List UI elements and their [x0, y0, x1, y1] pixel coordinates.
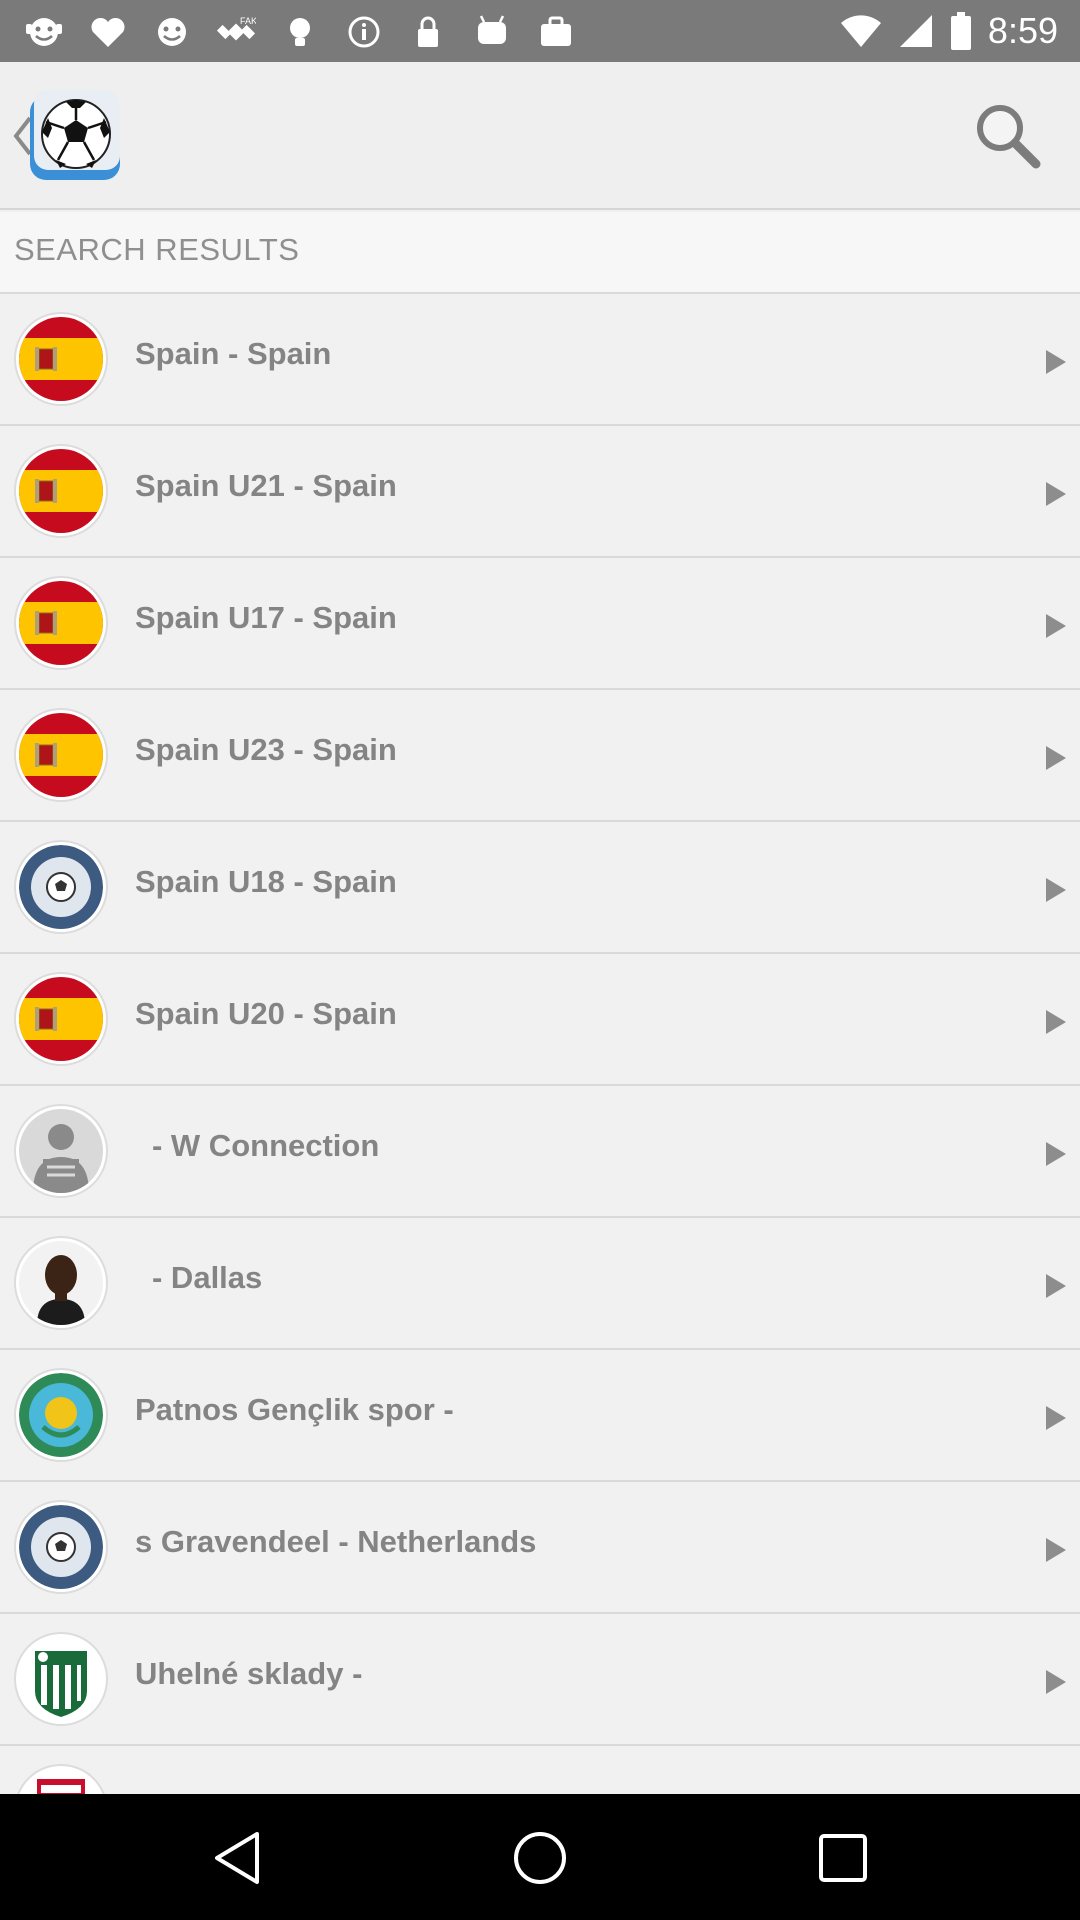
lock-icon: [406, 12, 450, 52]
patnos-badge-avatar: [14, 1368, 108, 1462]
red-badge-avatar: [14, 1764, 108, 1794]
briefcase-icon: [534, 12, 578, 52]
play-arrow-icon: [1046, 746, 1066, 770]
fake-gps-icon: FAKE: [214, 12, 258, 52]
player-photo-avatar: [14, 1236, 108, 1330]
heart-icon: [86, 12, 130, 52]
list-item[interactable]: [0, 1746, 1080, 1794]
result-label: Uhelné sklady -: [135, 1656, 363, 1691]
no-logo-badge-avatar: [14, 840, 108, 934]
result-label: Spain U21 - Spain: [135, 468, 397, 503]
list-item[interactable]: - W Connection: [0, 1086, 1080, 1218]
emoji-icon: [22, 12, 66, 52]
soccer-ball-logo: [30, 90, 120, 180]
play-arrow-icon: [1046, 350, 1066, 374]
signal-icon: [899, 15, 932, 47]
spain-flag-avatar: [14, 576, 108, 670]
play-arrow-icon: [1046, 1274, 1066, 1298]
list-item[interactable]: s Gravendeel - Netherlands: [0, 1482, 1080, 1614]
wifi-icon: [840, 15, 881, 47]
app-logo[interactable]: [24, 82, 128, 186]
status-bar: FAKE 8:59: [0, 0, 1080, 62]
result-label: Patnos Gençlik spor -: [135, 1392, 454, 1427]
uhelne-badge-avatar: [14, 1632, 108, 1726]
play-arrow-icon: [1046, 1142, 1066, 1166]
spain-flag-avatar: [14, 444, 108, 538]
list-item[interactable]: Spain - Spain: [0, 294, 1080, 426]
result-label: Spain U23 - Spain: [135, 732, 397, 767]
spain-flag-avatar: [14, 708, 108, 802]
clock: 8:59: [987, 10, 1058, 51]
list-item[interactable]: - Dallas: [0, 1218, 1080, 1350]
play-arrow-icon: [1046, 1538, 1066, 1562]
play-arrow-icon: [1046, 614, 1066, 638]
play-arrow-icon: [1046, 1670, 1066, 1694]
recents-nav-icon[interactable]: [813, 1828, 873, 1888]
no-logo-badge-avatar: [14, 1500, 108, 1594]
play-arrow-icon: [1046, 1010, 1066, 1034]
bulb-icon: [278, 12, 322, 52]
battery-icon: [950, 12, 971, 50]
notification-icons: FAKE: [22, 12, 578, 52]
spain-flag-avatar: [14, 312, 108, 406]
spain-flag-avatar: [14, 972, 108, 1066]
info-icon: [342, 12, 386, 52]
navigation-bar: [0, 1794, 1080, 1920]
result-label: - Dallas: [152, 1260, 263, 1295]
list-item[interactable]: Spain U17 - Spain: [0, 558, 1080, 690]
search-results-list[interactable]: Spain - Spain Spain U21 - Spain Spain U1…: [0, 294, 1080, 1794]
list-item[interactable]: Spain U20 - Spain: [0, 954, 1080, 1086]
section-title: SEARCH RESULTS: [14, 232, 300, 267]
result-label: Spain U17 - Spain: [135, 600, 397, 635]
home-nav-icon[interactable]: [510, 1828, 570, 1888]
result-label: Spain - Spain: [135, 336, 332, 371]
section-header: SEARCH RESULTS: [0, 212, 1080, 294]
play-arrow-icon: [1046, 482, 1066, 506]
play-arrow-icon: [1046, 1406, 1066, 1430]
list-item[interactable]: Patnos Gençlik spor -: [0, 1350, 1080, 1482]
play-arrow-icon: [1046, 878, 1066, 902]
android-icon: [470, 12, 514, 52]
search-icon: [977, 105, 1041, 169]
back-nav-icon[interactable]: [207, 1828, 267, 1888]
list-item[interactable]: Spain U23 - Spain: [0, 690, 1080, 822]
list-item[interactable]: Uhelné sklady -: [0, 1614, 1080, 1746]
result-label: s Gravendeel - Netherlands: [135, 1524, 537, 1559]
list-item[interactable]: Spain U18 - Spain: [0, 822, 1080, 954]
emoji-icon: [150, 12, 194, 52]
result-label: Spain U20 - Spain: [135, 996, 397, 1031]
app-bar: [0, 62, 1080, 210]
result-label: - W Connection: [152, 1128, 380, 1163]
no-photo-avatar: [14, 1104, 108, 1198]
list-item[interactable]: Spain U21 - Spain: [0, 426, 1080, 558]
search-button[interactable]: [970, 98, 1046, 174]
svg-text:FAKE: FAKE: [240, 16, 256, 26]
result-label: Spain U18 - Spain: [135, 864, 397, 899]
